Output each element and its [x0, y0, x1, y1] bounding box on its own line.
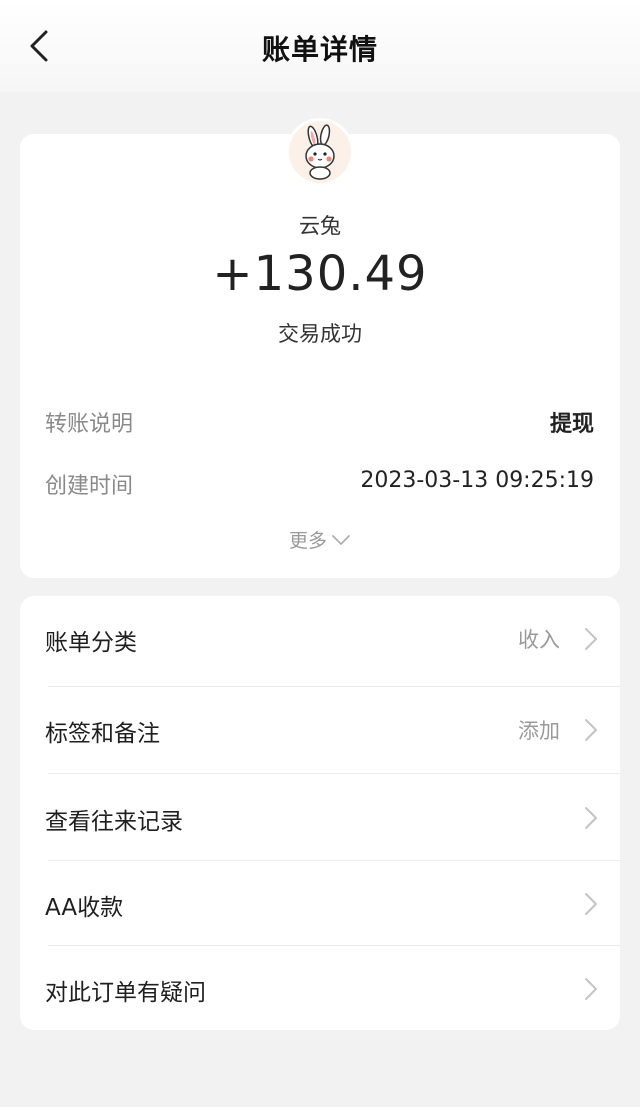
payee-name: 云兔	[299, 214, 341, 238]
transaction-summary-card	[20, 134, 620, 578]
rabbit-avatar-icon	[289, 121, 351, 183]
menu-item-label: 标签和备注	[45, 721, 160, 747]
chevron-right-icon	[585, 628, 597, 650]
menu-item-label: 查看往来记录	[45, 809, 183, 835]
chevron-down-icon	[332, 534, 350, 545]
menu-item-label: AA收款	[45, 895, 124, 921]
created-time-value: 2023-03-13 09:25:19	[360, 468, 594, 493]
menu-item-label: 对此订单有疑问	[45, 980, 206, 1006]
menu-item-view-records[interactable]: 查看往来记录	[20, 775, 620, 861]
avatar	[286, 118, 354, 186]
more-label: 更多	[288, 530, 327, 552]
top-bar: 账单详情	[0, 0, 640, 92]
created-time-label: 创建时间	[45, 474, 134, 499]
chevron-right-icon	[585, 719, 597, 741]
divider	[48, 773, 620, 774]
menu-item-label: 账单分类	[45, 630, 137, 656]
menu-item-value: 收入	[518, 628, 560, 652]
transaction-amount: +130.49	[212, 246, 428, 302]
transfer-note-value: 提现	[549, 412, 594, 437]
menu-item-order-question[interactable]: 对此订单有疑问	[20, 946, 620, 1032]
transfer-note-label: 转账说明	[45, 412, 134, 437]
page-title: 账单详情	[261, 33, 378, 66]
chevron-right-icon	[585, 893, 597, 915]
chevron-right-icon	[585, 978, 597, 1000]
menu-item-value: 添加	[518, 719, 560, 743]
menu-item-aa-collection[interactable]: AA收款	[20, 861, 620, 947]
menu-item-tags-notes[interactable]: 标签和备注 添加	[20, 687, 620, 773]
menu-item-bill-category[interactable]: 账单分类 收入	[20, 596, 620, 682]
transaction-status: 交易成功	[278, 322, 362, 346]
more-button[interactable]: 更多	[0, 526, 640, 553]
chevron-right-icon	[585, 807, 597, 829]
